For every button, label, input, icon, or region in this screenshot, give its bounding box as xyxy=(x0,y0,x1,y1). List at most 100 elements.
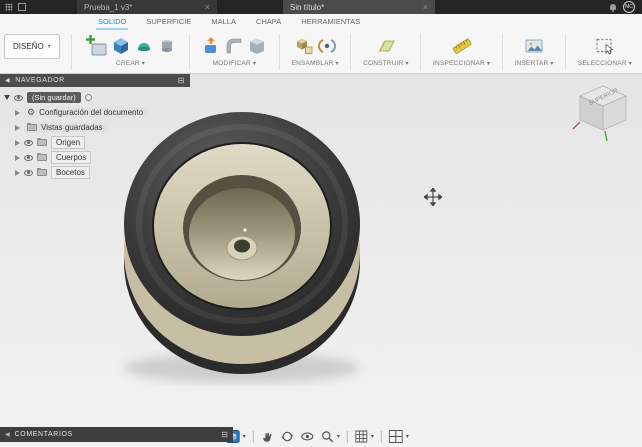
folder-icon xyxy=(37,168,47,176)
tab-solido[interactable]: SOLIDO xyxy=(96,17,128,30)
joint-icon[interactable] xyxy=(317,36,337,56)
expander-icon[interactable] xyxy=(15,169,20,176)
chevron-down-icon: ▾ xyxy=(252,60,257,67)
zoom-icon[interactable] xyxy=(321,430,334,443)
measure-icon[interactable] xyxy=(451,36,473,56)
sweep-icon[interactable] xyxy=(157,36,177,56)
ribbon: SOLIDO SUPERFICIE MALLA CHAPA HERRAMIENT… xyxy=(0,14,642,74)
workspace-selector-button[interactable]: DISEÑO ▾ xyxy=(4,34,60,59)
press-pull-icon[interactable] xyxy=(201,36,221,56)
chevron-down-icon[interactable]: ▾ xyxy=(337,434,340,440)
expander-open-icon[interactable] xyxy=(4,95,10,100)
visibility-eye-icon[interactable] xyxy=(14,94,23,101)
grid-settings-icon[interactable] xyxy=(355,430,368,443)
tree-row-sketches[interactable]: Bocetos xyxy=(0,165,190,180)
visibility-eye-icon[interactable] xyxy=(24,169,33,176)
orbit-icon[interactable] xyxy=(281,430,294,443)
navigator-tree: (Sin guardar) ⚙ Configuración del docume… xyxy=(0,87,190,180)
gear-icon: ⚙ xyxy=(27,107,36,117)
file-panel-icon[interactable] xyxy=(18,3,26,11)
chevron-down-icon: ▾ xyxy=(628,60,632,67)
chevron-down-icon[interactable]: ▾ xyxy=(406,434,409,440)
pan-icon[interactable] xyxy=(261,430,274,443)
group-inspeccionar: INSPECCIONAR ▾ xyxy=(433,32,490,67)
expander-icon[interactable] xyxy=(15,154,20,161)
look-at-icon[interactable] xyxy=(301,430,314,443)
visibility-eye-icon[interactable] xyxy=(24,154,33,161)
viewports-icon[interactable] xyxy=(388,430,403,443)
select-icon[interactable] xyxy=(594,36,616,56)
tab-chapa[interactable]: CHAPA xyxy=(254,17,283,30)
chevron-down-icon[interactable]: ▾ xyxy=(243,434,246,440)
chevron-down-icon: ▾ xyxy=(486,60,491,67)
toolbar-divider xyxy=(565,34,567,70)
group-label-seleccionar[interactable]: SELECCIONAR ▾ xyxy=(578,60,632,67)
apps-grid-icon[interactable] xyxy=(5,3,13,11)
panel-toggle-icon[interactable]: ⊟ xyxy=(221,430,228,439)
group-label-modificar[interactable]: MODIFICAR ▾ xyxy=(213,60,257,67)
expander-icon[interactable] xyxy=(15,124,20,131)
document-tab[interactable]: Prueba_1 v3* × xyxy=(77,0,217,14)
extrude-icon[interactable] xyxy=(111,36,131,56)
toolbar-divider xyxy=(278,34,280,70)
fillet-icon[interactable] xyxy=(224,36,244,56)
document-tab-label: Prueba_1 v3* xyxy=(84,2,133,12)
group-label-crear[interactable]: CREAR ▾ xyxy=(116,60,145,67)
document-tab-label: Sin título* xyxy=(290,2,325,12)
tree-row-named-views[interactable]: Vistas guardadas xyxy=(0,120,190,135)
navigator-header[interactable]: ◀ NAVEGADOR ⊟ xyxy=(0,74,190,87)
visibility-eye-icon[interactable] xyxy=(24,139,33,146)
insert-image-icon[interactable] xyxy=(524,36,544,56)
group-modificar: MODIFICAR ▾ xyxy=(201,32,267,67)
chevron-down-icon: ▾ xyxy=(405,60,409,67)
comments-bar[interactable]: ◀ COMENTARIOS ⊟ xyxy=(0,427,233,442)
group-seleccionar: SELECCIONAR ▾ xyxy=(578,32,632,67)
tree-row-bodies[interactable]: Cuerpos xyxy=(0,150,190,165)
chevron-down-icon: ▾ xyxy=(141,60,145,67)
tree-row-root[interactable]: (Sin guardar) xyxy=(0,90,190,105)
toolbar-divider xyxy=(188,34,190,70)
tab-malla[interactable]: MALLA xyxy=(209,17,238,30)
group-label-inspeccionar[interactable]: INSPECCIONAR ▾ xyxy=(433,60,490,67)
group-label-insertar[interactable]: INSERTAR ▾ xyxy=(514,60,553,67)
shell-icon[interactable] xyxy=(247,36,267,56)
close-icon[interactable]: × xyxy=(423,2,428,12)
move-cursor-icon xyxy=(424,188,442,206)
component-color-icon[interactable] xyxy=(84,94,92,101)
navigator-panel: ◀ NAVEGADOR ⊟ (Sin guardar) ⚙ Configurac… xyxy=(0,74,190,180)
panel-toggle-icon[interactable]: ⊟ xyxy=(178,76,185,85)
revolve-icon[interactable] xyxy=(134,36,154,56)
dock-divider xyxy=(380,430,382,443)
expander-icon[interactable] xyxy=(15,139,20,146)
tree-item-label: Vistas guardadas xyxy=(41,123,103,132)
group-construir: CONSTRUIR ▾ xyxy=(363,32,409,67)
folder-icon xyxy=(37,138,47,146)
user-avatar[interactable]: MC xyxy=(623,1,635,13)
viewcube[interactable]: SUPERIOR xyxy=(572,80,634,142)
folder-icon xyxy=(27,123,37,131)
titlebar: Prueba_1 v3* × Sin título* × MC xyxy=(0,0,642,14)
create-sketch-icon[interactable] xyxy=(84,34,108,58)
close-icon[interactable]: × xyxy=(205,2,210,12)
group-label-ensamblar[interactable]: ENSAMBLAR ▾ xyxy=(292,60,339,67)
tab-superficie[interactable]: SUPERFICIE xyxy=(144,17,193,30)
group-ensamblar: ENSAMBLAR ▾ xyxy=(292,32,339,67)
group-label-construir[interactable]: CONSTRUIR ▾ xyxy=(363,60,409,67)
new-component-icon[interactable] xyxy=(294,36,314,56)
toolbar-divider xyxy=(71,34,73,70)
collapse-left-icon[interactable]: ◀ xyxy=(5,77,10,84)
x-axis-line xyxy=(572,121,581,130)
notifications-icon[interactable] xyxy=(610,4,616,12)
y-axis-line xyxy=(604,130,608,142)
root-document-label[interactable]: (Sin guardar) xyxy=(27,92,81,103)
chevron-down-icon[interactable]: ▾ xyxy=(371,434,374,440)
folder-icon xyxy=(37,153,47,161)
tab-herramientas[interactable]: HERRAMIENTAS xyxy=(299,17,362,30)
construct-plane-icon[interactable] xyxy=(376,36,396,56)
expander-icon[interactable] xyxy=(15,109,20,116)
document-tab-active[interactable]: Sin título* × xyxy=(283,0,435,14)
tree-row-origin[interactable]: Origen xyxy=(0,135,190,150)
dock-divider xyxy=(252,430,254,443)
tree-row-document-settings[interactable]: ⚙ Configuración del documento xyxy=(0,105,190,120)
collapse-left-icon[interactable]: ◀ xyxy=(5,431,10,438)
